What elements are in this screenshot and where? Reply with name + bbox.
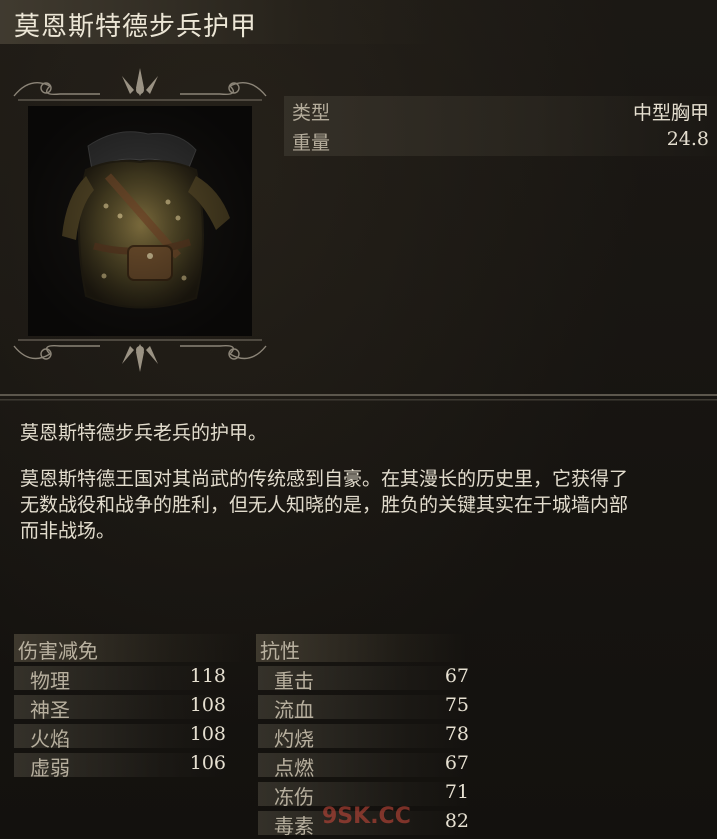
attribute-row-weight: 重量 24.8	[284, 126, 717, 156]
stat-value: 106	[189, 752, 226, 774]
attribute-value: 24.8	[666, 128, 709, 150]
section-divider	[0, 394, 717, 401]
item-title-bar: 莫恩斯特德步兵护甲	[0, 0, 440, 44]
stat-label: 神圣	[30, 698, 70, 722]
stat-value: 82	[444, 810, 469, 832]
stat-label: 物理	[30, 669, 70, 693]
section-title: 伤害减免	[18, 639, 98, 663]
attribute-label: 重量	[292, 132, 331, 154]
attribute-value: 中型胸甲	[632, 102, 709, 124]
item-description-line: 莫恩斯特德王国对其尚武的传统感到自豪。在其漫长的历史里，它获得了	[20, 468, 629, 490]
stat-row-physical: 物理 118	[14, 664, 226, 693]
stat-row-robustness: 重击 67	[258, 664, 469, 693]
attribute-row-type: 类型 中型胸甲	[284, 96, 717, 126]
damage-reduction-header: 伤害减免	[14, 634, 244, 663]
resistance-header: 抗性	[256, 634, 466, 663]
stat-label: 火焰	[30, 727, 70, 751]
ornament-top-icon	[13, 68, 267, 101]
stat-value: 67	[444, 665, 469, 687]
stat-label: 虚弱	[30, 756, 70, 780]
stat-value: 108	[189, 723, 226, 745]
armor-chest-image	[28, 106, 252, 336]
section-title: 抗性	[260, 639, 300, 663]
stat-value: 108	[189, 694, 226, 716]
stat-label: 毒素	[274, 814, 314, 838]
stat-row-bleed: 流血 75	[258, 693, 469, 722]
stat-label: 灼烧	[274, 727, 314, 751]
stat-value: 78	[444, 723, 469, 745]
stat-value: 118	[189, 665, 226, 687]
item-description-line: 而非战场。	[20, 520, 116, 542]
stat-row-ignite: 点燃 67	[258, 751, 469, 780]
stat-value: 75	[444, 694, 469, 716]
stat-row-frenzy: 虚弱 106	[14, 751, 226, 780]
stat-label: 点燃	[274, 756, 314, 780]
item-description-summary: 莫恩斯特德步兵老兵的护甲。	[20, 422, 268, 444]
stat-row-holy: 神圣 108	[14, 693, 226, 722]
watermark-logo-icon: 9SK.CC	[322, 804, 411, 829]
item-description-line: 无数战役和战争的胜利，但无人知晓的是，胜负的关键其实在于城墙内部	[20, 494, 629, 516]
stat-value: 71	[444, 781, 469, 803]
stat-value: 67	[444, 752, 469, 774]
stat-label: 重击	[274, 669, 314, 693]
stat-label: 冻伤	[274, 785, 314, 809]
attribute-label: 类型	[292, 102, 331, 124]
stat-row-scorch: 灼烧 78	[258, 722, 469, 751]
ornament-bottom-icon	[13, 339, 267, 372]
item-image-frame	[10, 66, 270, 374]
stat-row-fire: 火焰 108	[14, 722, 226, 751]
stat-label: 流血	[274, 698, 314, 722]
svg-text:9SK.CC: 9SK.CC	[322, 804, 411, 829]
item-title: 莫恩斯特德步兵护甲	[14, 12, 258, 42]
